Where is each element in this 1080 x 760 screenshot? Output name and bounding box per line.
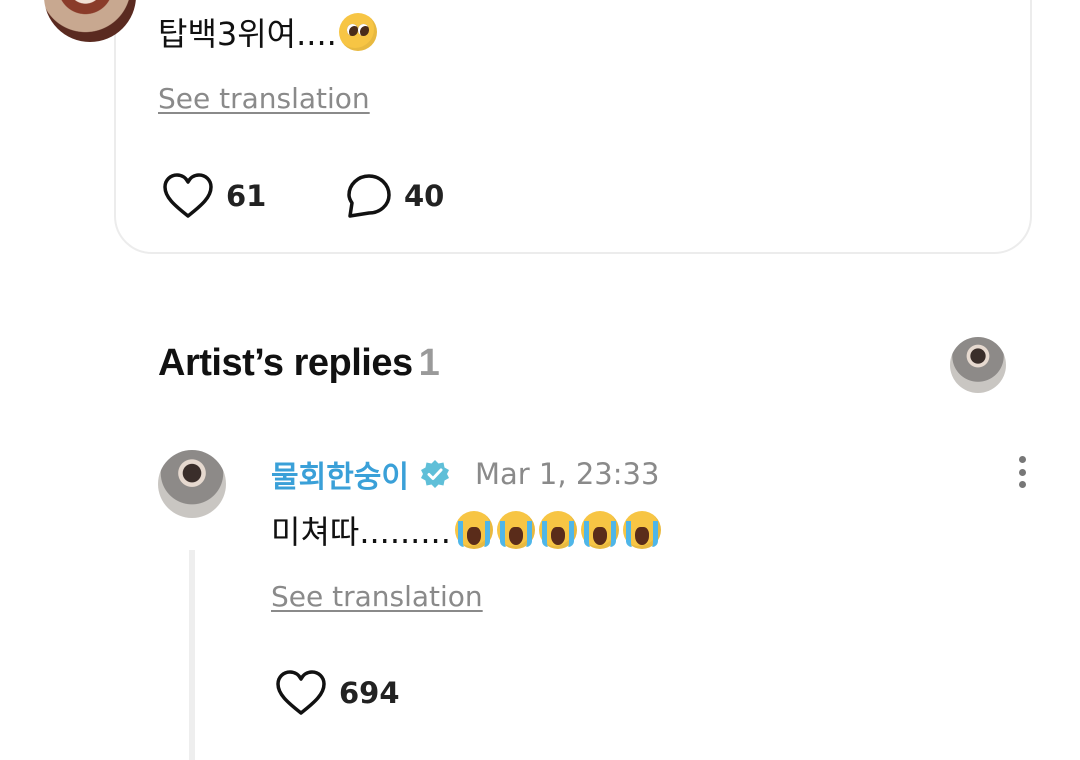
comment-bubble-icon (347, 174, 391, 218)
reply-like-button[interactable]: 694 (275, 669, 400, 717)
post-text-body: 탑백3위여.... (158, 15, 337, 53)
reply-timestamp: Mar 1, 23:33 (475, 457, 660, 491)
artist-replies-title: Artist’s replies (158, 342, 413, 384)
post-comment-button[interactable]: 40 (346, 173, 444, 219)
post-like-button[interactable]: 61 (162, 172, 266, 220)
post-see-translation-link[interactable]: See translation (158, 82, 370, 115)
reply-text-body: 미쳐따......... (271, 513, 451, 551)
reply-author-avatar[interactable] (158, 450, 226, 518)
reply-header: 물회한숭이 Mar 1, 23:33 (271, 452, 659, 496)
reply-see-translation-link[interactable]: See translation (271, 580, 483, 613)
artist-replies-count: 1 (418, 342, 440, 384)
heart-icon (163, 173, 213, 218)
pleading-face-emoji (338, 13, 377, 51)
loudly-crying-face-emoji (580, 511, 619, 549)
post-comment-count: 40 (404, 179, 445, 213)
verified-badge-icon (421, 460, 449, 488)
post-like-count: 61 (226, 179, 267, 213)
reply-text: 미쳐따......... (271, 510, 661, 554)
artist-avatar-small[interactable] (950, 337, 1006, 393)
reply-thread-line (189, 550, 195, 760)
more-options-button[interactable] (1006, 452, 1038, 492)
heart-icon (276, 670, 326, 715)
loudly-crying-face-emoji (622, 511, 661, 549)
artist-replies-heading: Artist’s replies 1 (158, 342, 440, 385)
reply-like-count: 694 (339, 676, 400, 710)
more-dot (1018, 468, 1026, 476)
post-text: 탑백3위여.... (158, 12, 377, 56)
loudly-crying-face-emoji (538, 511, 577, 549)
reply-author-name[interactable]: 물회한숭이 (271, 452, 409, 496)
more-dot (1018, 456, 1026, 463)
loudly-crying-face-emoji (454, 511, 493, 549)
more-dot (1018, 481, 1026, 488)
loudly-crying-face-emoji (496, 511, 535, 549)
